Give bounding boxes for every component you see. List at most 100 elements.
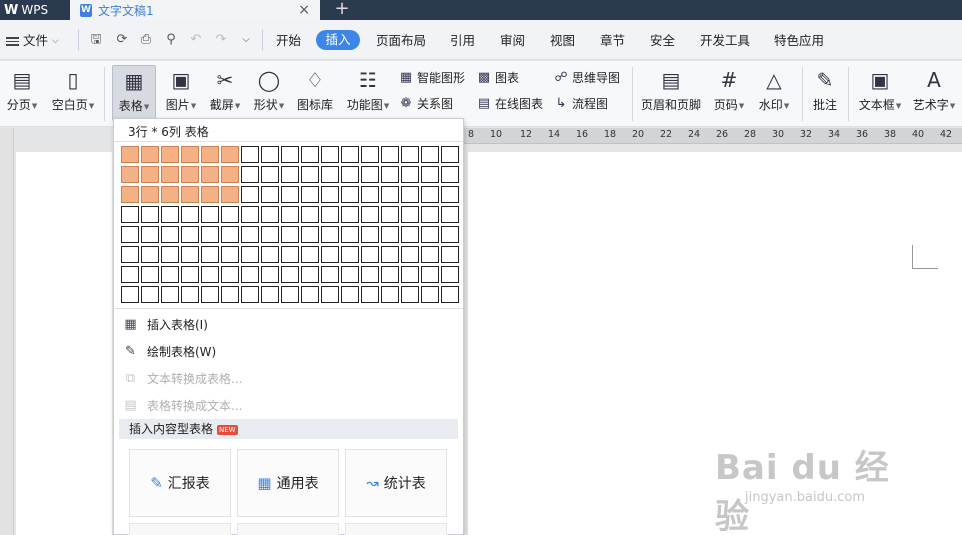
- grid-cell[interactable]: [301, 246, 319, 263]
- grid-cell[interactable]: [121, 286, 139, 303]
- grid-cell[interactable]: [361, 146, 379, 163]
- tab-home[interactable]: 开始: [276, 32, 301, 50]
- table-button[interactable]: ▦ 表格▼: [112, 65, 156, 121]
- grid-cell[interactable]: [281, 286, 299, 303]
- grid-cell[interactable]: [261, 266, 279, 283]
- grid-cell[interactable]: [181, 206, 199, 223]
- table-to-text-item[interactable]: ▤ 表格转换成文本...: [122, 394, 242, 416]
- grid-cell[interactable]: [121, 266, 139, 283]
- grid-cell[interactable]: [121, 186, 139, 203]
- grid-cell[interactable]: [261, 206, 279, 223]
- grid-cell[interactable]: [381, 226, 399, 243]
- grid-cell[interactable]: [341, 246, 359, 263]
- icon-library-button[interactable]: ♢ 图标库: [294, 65, 336, 121]
- grid-cell[interactable]: [361, 186, 379, 203]
- grid-cell[interactable]: [341, 166, 359, 183]
- screenshot-button[interactable]: ✂ 截屏▼: [204, 65, 246, 121]
- grid-cell[interactable]: [361, 226, 379, 243]
- grid-cell[interactable]: [441, 266, 459, 283]
- chart-button[interactable]: ▩ 图表: [476, 68, 519, 88]
- grid-cell[interactable]: [301, 146, 319, 163]
- header-footer-button[interactable]: ▤ 页眉和页脚: [638, 65, 704, 121]
- grid-cell[interactable]: [441, 206, 459, 223]
- document-tab[interactable]: W 文字文稿1 ×: [70, 0, 320, 20]
- page-break-button[interactable]: ▤ 分页▼: [2, 65, 42, 121]
- grid-cell[interactable]: [181, 146, 199, 163]
- grid-cell[interactable]: [301, 206, 319, 223]
- grid-cell[interactable]: [181, 246, 199, 263]
- grid-cell[interactable]: [281, 266, 299, 283]
- template-card[interactable]: [345, 523, 447, 535]
- function-chart-button[interactable]: ☷ 功能图▼: [342, 65, 394, 121]
- grid-cell[interactable]: [281, 206, 299, 223]
- grid-cell[interactable]: [401, 266, 419, 283]
- grid-cell[interactable]: [341, 206, 359, 223]
- grid-cell[interactable]: [321, 186, 339, 203]
- grid-cell[interactable]: [121, 146, 139, 163]
- grid-cell[interactable]: [421, 266, 439, 283]
- grid-cell[interactable]: [341, 266, 359, 283]
- grid-cell[interactable]: [441, 246, 459, 263]
- grid-cell[interactable]: [161, 186, 179, 203]
- grid-cell[interactable]: [221, 266, 239, 283]
- grid-cell[interactable]: [241, 166, 259, 183]
- word-art-button[interactable]: A 艺术字▼: [910, 65, 958, 121]
- grid-cell[interactable]: [161, 226, 179, 243]
- page-number-button[interactable]: # 页码▼: [708, 65, 750, 121]
- grid-cell[interactable]: [161, 286, 179, 303]
- grid-cell[interactable]: [421, 166, 439, 183]
- grid-cell[interactable]: [381, 166, 399, 183]
- grid-cell[interactable]: [381, 186, 399, 203]
- grid-cell[interactable]: [361, 266, 379, 283]
- grid-cell[interactable]: [401, 146, 419, 163]
- grid-cell[interactable]: [281, 246, 299, 263]
- tab-view[interactable]: 视图: [550, 32, 575, 50]
- grid-cell[interactable]: [361, 246, 379, 263]
- grid-cell[interactable]: [441, 286, 459, 303]
- grid-cell[interactable]: [381, 206, 399, 223]
- grid-cell[interactable]: [381, 146, 399, 163]
- grid-cell[interactable]: [421, 146, 439, 163]
- grid-cell[interactable]: [161, 266, 179, 283]
- grid-cell[interactable]: [381, 246, 399, 263]
- grid-cell[interactable]: [161, 166, 179, 183]
- table-size-grid[interactable]: [120, 145, 460, 303]
- grid-cell[interactable]: [201, 146, 219, 163]
- grid-cell[interactable]: [321, 286, 339, 303]
- grid-cell[interactable]: [201, 266, 219, 283]
- smart-graphic-button[interactable]: ▦ 智能图形: [398, 68, 465, 88]
- customize-toolbar-icon[interactable]: ⌵: [238, 32, 254, 48]
- grid-cell[interactable]: [141, 186, 159, 203]
- grid-cell[interactable]: [221, 286, 239, 303]
- picture-button[interactable]: ▣ 图片▼: [160, 65, 202, 121]
- grid-cell[interactable]: [161, 146, 179, 163]
- grid-cell[interactable]: [301, 186, 319, 203]
- format-painter-icon[interactable]: ⟳: [114, 32, 130, 48]
- grid-cell[interactable]: [301, 166, 319, 183]
- grid-cell[interactable]: [401, 186, 419, 203]
- grid-cell[interactable]: [241, 206, 259, 223]
- grid-cell[interactable]: [401, 226, 419, 243]
- watermark-button[interactable]: △ 水印▼: [754, 65, 794, 121]
- grid-cell[interactable]: [221, 186, 239, 203]
- grid-cell[interactable]: [441, 186, 459, 203]
- grid-cell[interactable]: [381, 286, 399, 303]
- grid-cell[interactable]: [201, 166, 219, 183]
- save-icon[interactable]: 🖫: [88, 32, 104, 48]
- grid-cell[interactable]: [421, 246, 439, 263]
- wps-app-tab[interactable]: W WPS: [0, 0, 68, 20]
- grid-cell[interactable]: [241, 226, 259, 243]
- grid-cell[interactable]: [281, 186, 299, 203]
- file-menu[interactable]: 文件 ⌵: [6, 32, 59, 50]
- tab-developer[interactable]: 开发工具: [700, 32, 750, 50]
- grid-cell[interactable]: [281, 166, 299, 183]
- grid-cell[interactable]: [341, 186, 359, 203]
- grid-cell[interactable]: [301, 226, 319, 243]
- grid-cell[interactable]: [401, 286, 419, 303]
- grid-cell[interactable]: [261, 166, 279, 183]
- grid-cell[interactable]: [181, 286, 199, 303]
- grid-cell[interactable]: [201, 206, 219, 223]
- tab-review[interactable]: 审阅: [500, 32, 525, 50]
- grid-cell[interactable]: [301, 266, 319, 283]
- grid-cell[interactable]: [181, 166, 199, 183]
